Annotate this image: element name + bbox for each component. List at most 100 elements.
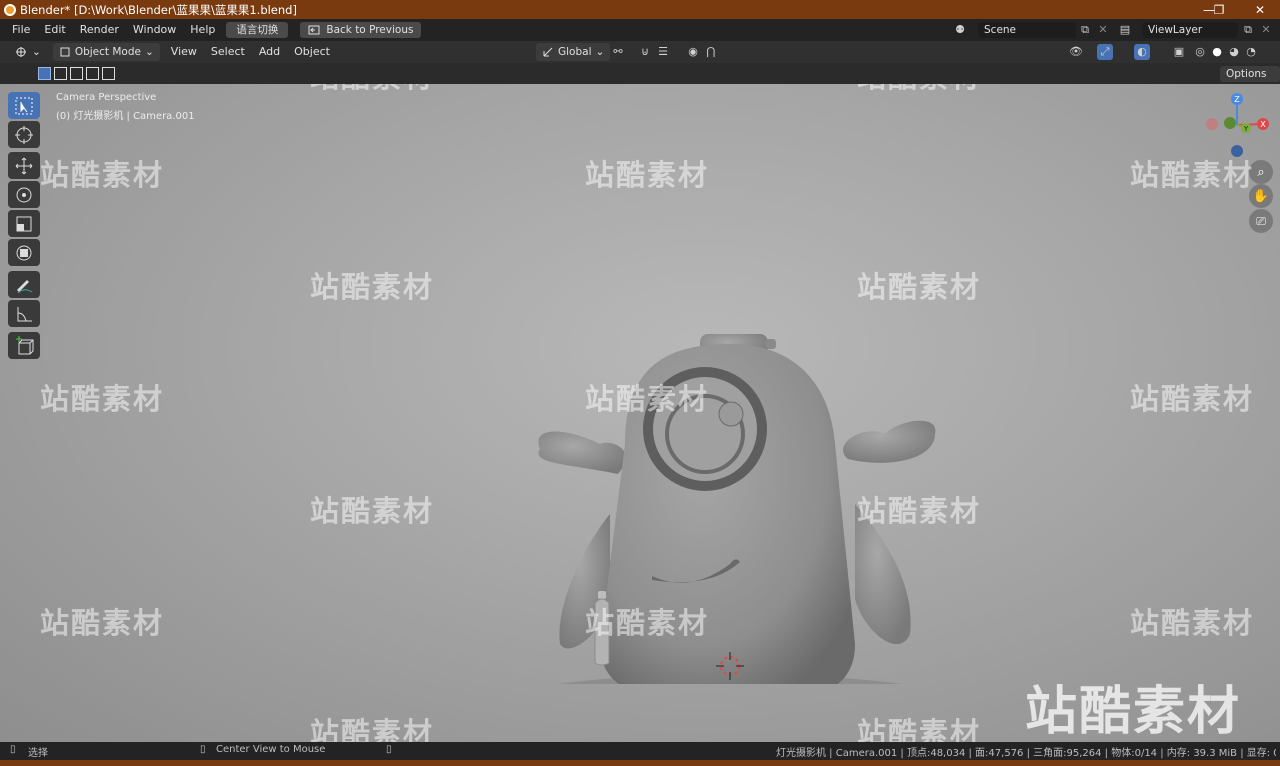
watermark: 站酷素材	[310, 716, 435, 742]
falloff-icon[interactable]: ⋂	[703, 44, 719, 60]
select-invert-icon[interactable]	[86, 67, 99, 80]
bottom-border	[0, 760, 1280, 766]
title-bar: Blender* [D:\Work\Blender\蓝果果\蓝果果1.blend…	[0, 0, 1280, 19]
watermark: 站酷素材	[40, 158, 165, 192]
transform-icon	[16, 245, 32, 260]
watermark: 站酷素材	[310, 494, 435, 528]
hand-icon: ✋	[1252, 188, 1270, 204]
watermark: 站酷素材	[585, 382, 710, 416]
snap-target-icon[interactable]: ☰	[655, 44, 671, 60]
cursor-select-icon	[15, 97, 33, 114]
menu-help[interactable]: Help	[183, 19, 222, 41]
rotate-tool[interactable]	[8, 181, 40, 208]
3d-cursor-marker	[716, 652, 744, 680]
menu-render[interactable]: Render	[73, 19, 126, 41]
chevron-down-icon: ⌄	[595, 46, 605, 58]
close-button[interactable]: ✕	[1240, 0, 1280, 19]
transform-tool[interactable]	[8, 239, 40, 266]
mouse-right-icon: ▯	[386, 744, 392, 755]
scale-icon	[16, 216, 32, 231]
restore-icon: ❐	[1213, 2, 1225, 17]
rendered-shading-icon[interactable]: ◔	[1243, 44, 1259, 60]
snap-icon[interactable]: ⊍	[637, 44, 653, 60]
view-layer-selector-icon[interactable]: ▤	[1117, 22, 1133, 38]
visibility-icon[interactable]: 👁	[1068, 44, 1084, 60]
annotate-tool[interactable]	[8, 271, 40, 298]
editor-type-icon	[16, 47, 26, 57]
material-shading-icon[interactable]: ◕	[1226, 44, 1242, 60]
cursor-tool[interactable]	[8, 121, 40, 148]
status-select-hint: 选择	[28, 748, 48, 759]
watermark: 站酷素材	[857, 84, 981, 96]
scale-tool[interactable]	[8, 210, 40, 237]
menu-select[interactable]: Select	[204, 41, 252, 63]
chevron-down-icon: ⌄	[144, 46, 154, 58]
scene-statistics: 灯光摄影机 | Camera.001 | 顶点:48,034 | 面:47,57…	[776, 748, 1276, 759]
xray-toggle-icon[interactable]: ▣	[1171, 44, 1187, 60]
menu-add[interactable]: Add	[252, 41, 287, 63]
watermark: 站酷素材	[585, 606, 710, 640]
transform-orientation-dropdown[interactable]: Global ⌄	[536, 43, 611, 61]
watermark: 站酷素材	[310, 84, 434, 96]
solid-shading-icon[interactable]: ●	[1209, 44, 1225, 60]
gizmo-toggle-icon[interactable]: ⤢	[1097, 44, 1113, 60]
select-new-icon[interactable]	[38, 67, 51, 80]
gizmo-neg-x-axis[interactable]	[1206, 118, 1218, 130]
object-mode-icon	[60, 47, 70, 57]
camera-view-button[interactable]: ⎚	[1249, 209, 1273, 233]
close-icon: ✕	[1254, 2, 1266, 17]
new-scene-icon[interactable]: ⧉	[1077, 22, 1093, 38]
select-intersect-icon[interactable]	[102, 67, 115, 80]
back-to-previous-button[interactable]: Back to Previous	[300, 22, 422, 38]
blender-logo-icon	[4, 3, 16, 16]
orientation-label: Global	[558, 46, 592, 58]
3d-viewport[interactable]: Camera Perspective (0) 灯光摄影机 | Camera.00…	[0, 84, 1280, 742]
watermark: 站酷素材	[310, 270, 435, 304]
select-subtract-icon[interactable]	[70, 67, 83, 80]
view-layer-field[interactable]: ViewLayer	[1142, 22, 1238, 38]
move-tool[interactable]	[8, 152, 40, 179]
wireframe-shading-icon[interactable]: ◎	[1192, 44, 1208, 60]
menu-window[interactable]: Window	[126, 19, 183, 41]
new-view-layer-icon[interactable]: ⧉	[1240, 22, 1256, 38]
mouse-middle-icon: ▯	[200, 744, 206, 755]
orientation-icon	[543, 47, 553, 57]
pencil-icon	[17, 279, 33, 293]
options-dropdown[interactable]: Options ⌄	[1220, 66, 1280, 96]
measure-tool[interactable]	[8, 300, 40, 327]
editor-type-dropdown[interactable]: ⌄	[8, 43, 47, 61]
remove-scene-icon[interactable]: ✕	[1095, 22, 1111, 38]
select-box-tool[interactable]	[8, 92, 40, 119]
watermark: 站酷素材	[585, 158, 710, 192]
right-wing	[843, 420, 936, 463]
watermark-large: 站酷素材	[1025, 682, 1242, 742]
pivot-point-icon[interactable]: ⚯	[610, 44, 626, 60]
maximize-button[interactable]: ❐	[1196, 0, 1242, 19]
watermark: 站酷素材	[1130, 606, 1255, 640]
camera-perspective-label: Camera Perspective	[56, 92, 157, 103]
overlay-toggle-icon[interactable]: ◐	[1134, 44, 1150, 60]
scene-name-field[interactable]: Scene	[978, 22, 1076, 38]
navigation-gizmo[interactable]: Z X Y	[1200, 90, 1280, 160]
move-icon	[15, 157, 33, 174]
language-toggle-button[interactable]: 语言切换	[226, 22, 289, 38]
chevron-down-icon: ⌄	[32, 46, 41, 58]
menu-view[interactable]: View	[164, 41, 204, 63]
proportional-editing-icon[interactable]: ◉	[685, 44, 701, 60]
menu-file[interactable]: File	[0, 19, 37, 41]
scene-selector-icon[interactable]: ⚉	[952, 22, 968, 38]
watermark: 站酷素材	[40, 606, 165, 640]
gizmo-neg-y-axis[interactable]	[1224, 117, 1236, 129]
select-extend-icon[interactable]	[54, 67, 67, 80]
mode-label: Object Mode	[74, 46, 141, 58]
watermark: 站酷素材	[857, 270, 982, 304]
back-to-previous-label: Back to Previous	[326, 24, 414, 36]
menu-object[interactable]: Object	[287, 41, 337, 63]
status-center-view-hint: Center View to Mouse	[216, 744, 326, 755]
menu-edit[interactable]: Edit	[37, 19, 72, 41]
mode-dropdown[interactable]: Object Mode ⌄	[52, 43, 160, 61]
remove-view-layer-icon[interactable]: ✕	[1258, 22, 1274, 38]
ruler-icon	[17, 306, 32, 321]
add-cube-tool[interactable]	[8, 332, 40, 359]
tool-settings-bar	[0, 63, 1280, 84]
